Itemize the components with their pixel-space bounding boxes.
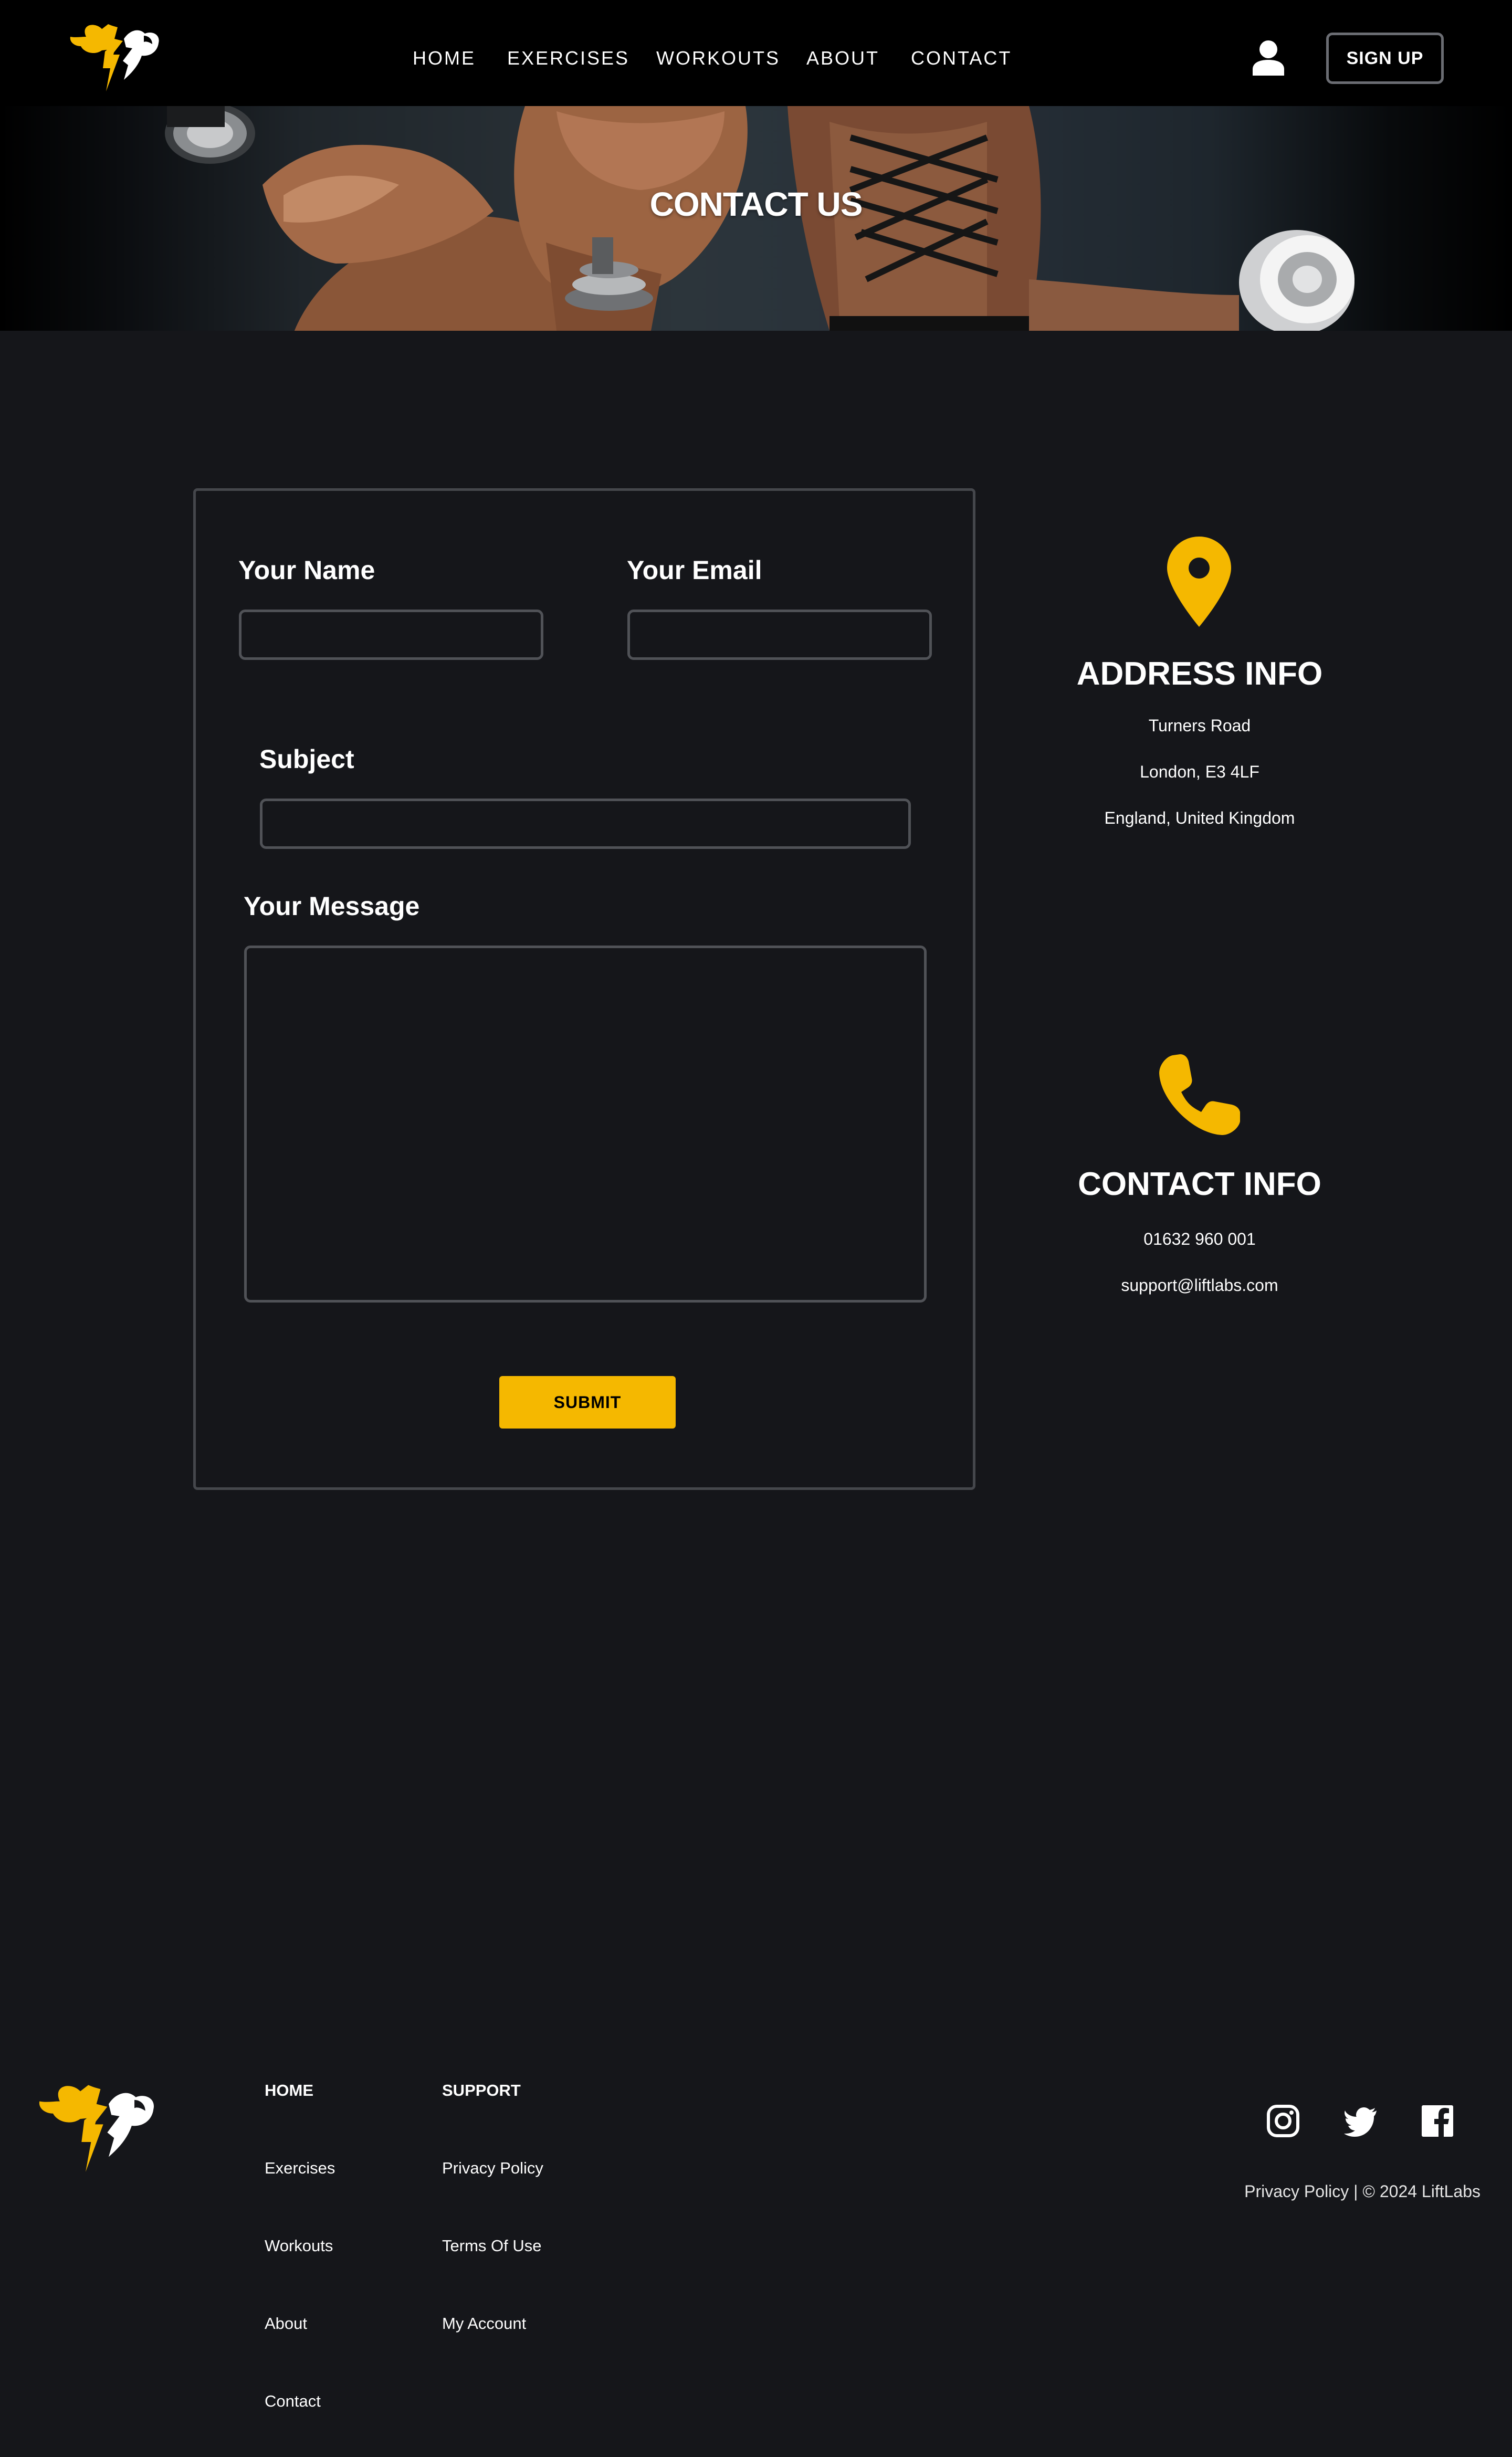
email-input[interactable] [627,610,932,660]
contact-form: Your Name Your Email Subject Your Messag… [193,488,975,1490]
address-line: England, United Kingdom [1104,808,1295,827]
submit-button[interactable]: SUBMIT [499,1376,676,1429]
footer-logo-icon[interactable] [33,2077,162,2175]
email-label: Your Email [627,555,762,585]
footer-link-terms[interactable]: Terms Of Use [442,2236,541,2255]
nav-about[interactable]: ABOUT [806,46,879,71]
phone-icon [1159,1054,1240,1135]
footer-link-privacy[interactable]: Privacy Policy [442,2159,543,2178]
contact-title: CONTACT INFO [1078,1166,1321,1202]
footer-link-about[interactable]: About [265,2314,307,2333]
nav-workouts[interactable]: WORKOUTS [656,46,780,71]
nav-contact[interactable]: CONTACT [911,46,1012,71]
address-line: Turners Road [1148,716,1251,735]
user-icon[interactable] [1252,40,1285,76]
facebook-icon[interactable] [1421,2104,1454,2138]
message-label: Your Message [244,891,420,921]
twitter-icon[interactable] [1344,2104,1378,2138]
main-nav: HOME EXERCISES WORKOUTS ABOUT CONTACT [0,0,1512,117]
contact-email: support@liftlabs.com [1121,1276,1278,1295]
sign-up-button[interactable]: SIGN UP [1326,33,1444,84]
nav-home[interactable]: HOME [413,46,476,71]
subject-label: Subject [259,744,354,774]
navbar: HOME EXERCISES WORKOUTS ABOUT CONTACT SI… [0,0,1512,106]
instagram-icon[interactable] [1266,2104,1300,2138]
name-input[interactable] [239,610,543,660]
footer-support-heading: SUPPORT [442,2081,521,2099]
subject-input[interactable] [260,799,911,849]
contact-info: CONTACT INFO 01632 960 001 support@liftl… [1029,1053,1370,1326]
footer-link-contact[interactable]: Contact [265,2392,321,2411]
footer-link-workouts[interactable]: Workouts [265,2236,333,2255]
footer-link-exercises[interactable]: Exercises [265,2159,335,2178]
footer-home-heading[interactable]: HOME [265,2081,313,2100]
contact-phone: 01632 960 001 [1143,1230,1256,1248]
footer-copyright[interactable]: Privacy Policy | © 2024 LiftLabs [1186,2182,1480,2201]
address-line: London, E3 4LF [1140,762,1259,781]
message-textarea[interactable] [244,946,927,1303]
address-info: ADDRESS INFO Turners Road London, E3 4LF… [1029,537,1370,852]
page: HOME EXERCISES WORKOUTS ABOUT CONTACT SI… [0,0,1512,2457]
location-pin-icon [1167,537,1231,627]
footer-link-account[interactable]: My Account [442,2314,526,2333]
page-title: CONTACT US [649,185,863,223]
nav-exercises[interactable]: EXERCISES [507,46,629,71]
hero-banner: CONTACT US [0,106,1512,331]
name-label: Your Name [238,555,375,585]
address-title: ADDRESS INFO [1076,656,1323,692]
